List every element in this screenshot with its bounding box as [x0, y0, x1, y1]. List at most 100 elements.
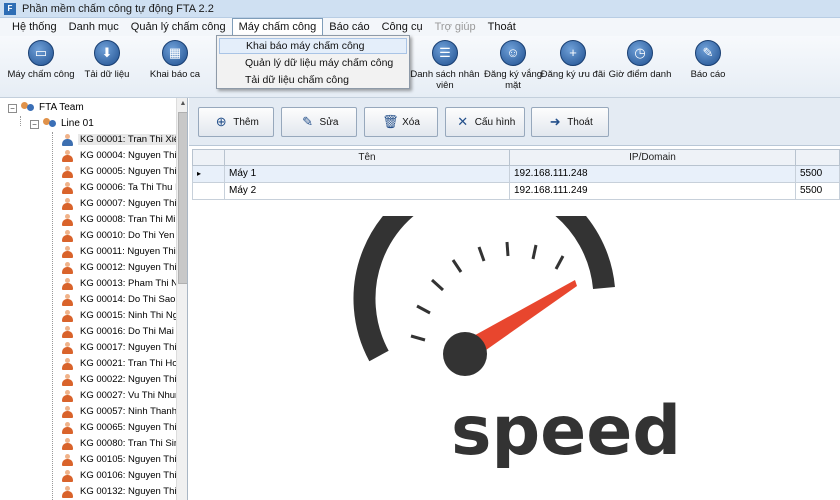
menu-he-thong[interactable]: Hệ thống: [6, 18, 63, 36]
menu-quan-ly-cham-cong[interactable]: Quản lý chấm công: [125, 18, 232, 36]
person-icon: [62, 166, 73, 178]
cell-port[interactable]: 5500: [796, 166, 840, 182]
cell-name[interactable]: Máy 2: [225, 183, 510, 199]
tree-employee-item[interactable]: KG 00008: Tran Thi Minh: [0, 212, 176, 228]
team-icon: [21, 102, 35, 114]
tree-employee-item[interactable]: KG 00132: Nguyen Thi H: [0, 484, 176, 500]
cell-port[interactable]: 5500: [796, 183, 840, 199]
collapse-icon[interactable]: −: [30, 119, 39, 129]
tree-employee-item[interactable]: KG 00016: Do Thi Mai: [0, 324, 176, 340]
tree-employee-item[interactable]: KG 00013: Pham Thi Nhu: [0, 276, 176, 292]
tree-employee-item[interactable]: KG 00027: Vu Thi Nhung: [0, 388, 176, 404]
gauge-hub: [443, 332, 487, 376]
add-icon: ⊕: [215, 114, 227, 129]
calendar-icon: ▦: [162, 40, 188, 66]
employee-label: KG 00008: Tran Thi Minh: [80, 214, 176, 225]
absence-icon: ☺: [500, 40, 526, 66]
clock-calendar-icon: ◷: [627, 40, 653, 66]
title-bar: F Phần mềm chấm công tự động FTA 2.2: [0, 0, 840, 18]
config-button[interactable]: ✕ Cấu hình: [445, 107, 525, 137]
scroll-up-icon[interactable]: ▲: [177, 98, 187, 110]
menu-thoat[interactable]: Thoát: [482, 18, 522, 36]
tree-scrollbar[interactable]: ▲: [176, 98, 187, 500]
row-selector-icon[interactable]: ▸: [193, 166, 225, 182]
menu-may-cham-cong[interactable]: Máy chấm công: [231, 18, 324, 36]
exit-label: Thoát: [567, 116, 593, 128]
toolbar-dang-ky-uu-dai-button[interactable]: + Đăng ký ưu đãi: [538, 40, 608, 80]
employee-label: KG 00132: Nguyen Thi H: [80, 486, 176, 497]
toolbar-khai-bao-ca-button[interactable]: ▦ Khai báo ca: [140, 40, 210, 80]
device-icon: ▭: [28, 40, 54, 66]
add-button[interactable]: ⊕ Thêm: [198, 107, 274, 137]
toolbar-danh-sach-nhan-vien-button[interactable]: ☰ Danh sách nhân viên: [410, 40, 480, 91]
tree-employee-item[interactable]: KG 00021: Tran Thi Hoai: [0, 356, 176, 372]
tree-employee-item[interactable]: KG 00014: Do Thi Sao: [0, 292, 176, 308]
menu-item-khai-bao-may-cham-cong[interactable]: Khai báo máy chấm công: [219, 38, 407, 54]
delete-button[interactable]: 🗑 Xóa: [364, 107, 438, 137]
tree-node-line-01[interactable]: − Line 01: [30, 116, 94, 132]
tree-employee-item[interactable]: KG 00004: Nguyen Thi H: [0, 148, 176, 164]
row-selector-icon[interactable]: [193, 183, 225, 199]
tree-employee-item[interactable]: KG 00010: Do Thi Yen: [0, 228, 176, 244]
toolbar-gio-diem-danh-button[interactable]: ◷ Giờ điểm danh: [605, 40, 675, 80]
tree-employee-item[interactable]: KG 00011: Nguyen Thi N: [0, 244, 176, 260]
toolbar-bao-cao-button[interactable]: ✎ Báo cáo: [673, 40, 743, 80]
scroll-thumb[interactable]: [178, 112, 187, 284]
employee-label: KG 00005: Nguyen Thi H: [80, 166, 176, 177]
menu-item-tai-du-lieu-cham-cong[interactable]: Tải dữ liệu chấm công: [219, 72, 407, 88]
main-panel: ⊕ Thêm ✎ Sửa 🗑 Xóa ✕ Cấu hình ➜ Thoát Tê…: [189, 98, 840, 500]
tree-group-label: Line 01: [61, 118, 94, 129]
tree-employee-item[interactable]: KG 00007: Nguyen Thi H: [0, 196, 176, 212]
app-icon: F: [4, 2, 16, 15]
employee-label: KG 00010: Do Thi Yen: [80, 230, 175, 241]
tree-employee-item[interactable]: KG 00012: Nguyen Thi H: [0, 260, 176, 276]
person-icon: [62, 374, 73, 386]
action-bar: ⊕ Thêm ✎ Sửa 🗑 Xóa ✕ Cấu hình ➜ Thoát: [189, 98, 840, 146]
employee-label: KG 00014: Do Thi Sao: [80, 294, 176, 305]
toolbar-tai-du-lieu-button[interactable]: ⬇ Tải dữ liệu: [72, 40, 142, 80]
tree-employee-item[interactable]: KG 00057: Ninh Thanh T: [0, 404, 176, 420]
edit-label: Sửa: [319, 116, 339, 128]
menu-bar: Hệ thống Danh mục Quản lý chấm công Máy …: [0, 18, 840, 36]
employee-label: KG 00080: Tran Thi Sim: [80, 438, 176, 449]
column-header-ip[interactable]: IP/Domain: [510, 150, 796, 165]
tree-employee-item[interactable]: KG 00022: Nguyen Thi D: [0, 372, 176, 388]
edit-button[interactable]: ✎ Sửa: [281, 107, 357, 137]
tree-employee-item[interactable]: KG 00105: Nguyen Thi N: [0, 452, 176, 468]
collapse-icon[interactable]: −: [8, 103, 17, 113]
table-row[interactable]: Máy 2 192.168.111.249 5500: [192, 183, 840, 200]
tree-employee-item[interactable]: KG 00005: Nguyen Thi H: [0, 164, 176, 180]
menu-tro-giup[interactable]: Trợ giúp: [429, 18, 482, 36]
toolbar-label: Tải dữ liệu: [84, 69, 130, 80]
employee-label: KG 00021: Tran Thi Hoai: [80, 358, 176, 369]
tree-employee-item[interactable]: KG 00017: Nguyen Thi Q: [0, 340, 176, 356]
menu-cong-cu[interactable]: Công cụ: [376, 18, 429, 36]
menu-danh-muc[interactable]: Danh mục: [63, 18, 125, 36]
column-header-port[interactable]: [796, 150, 840, 165]
exit-button[interactable]: ➜ Thoát: [531, 107, 609, 137]
cell-ip[interactable]: 192.168.111.249: [510, 183, 796, 199]
tree-employee-item[interactable]: KG 00065: Nguyen Thi N: [0, 420, 176, 436]
add-label: Thêm: [233, 116, 259, 128]
menu-bao-cao[interactable]: Báo cáo: [323, 18, 375, 36]
main-toolbar: ▭ Máy chấm công ⬇ Tải dữ liệu ▦ Khai báo…: [0, 36, 840, 98]
tree-employee-item[interactable]: KG 00015: Ninh Thi Ngoc: [0, 308, 176, 324]
speedometer-graphic: speed: [353, 216, 679, 471]
tree-employee-item[interactable]: KG 00080: Tran Thi Sim: [0, 436, 176, 452]
toolbar-label: Đăng ký ưu đãi: [540, 69, 606, 80]
cell-ip[interactable]: 192.168.111.248: [510, 166, 796, 182]
toolbar-label: Giờ điểm danh: [608, 69, 672, 80]
tree-node-root[interactable]: − FTA Team: [8, 100, 84, 116]
cell-name[interactable]: Máy 1: [225, 166, 510, 182]
employee-label: KG 00065: Nguyen Thi N: [80, 422, 176, 433]
column-header-ten[interactable]: Tên: [225, 150, 510, 165]
may-cham-cong-dropdown: Khai báo máy chấm công Quản lý dữ liệu m…: [216, 35, 410, 89]
toolbar-may-cham-cong-button[interactable]: ▭ Máy chấm công: [6, 40, 76, 80]
tree-employee-item[interactable]: KG 00006: Ta Thi Thu Ph: [0, 180, 176, 196]
table-row[interactable]: ▸ Máy 1 192.168.111.248 5500: [192, 166, 840, 183]
menu-item-quan-ly-du-lieu[interactable]: Quản lý dữ liệu máy chấm công: [219, 55, 407, 71]
download-icon: ⬇: [94, 40, 120, 66]
tree-employee-item[interactable]: KG 00106: Nguyen Thi X: [0, 468, 176, 484]
config-label: Cấu hình: [474, 116, 516, 128]
tree-employee-item[interactable]: KG 00001: Tran Thi Xiêm: [0, 132, 176, 148]
